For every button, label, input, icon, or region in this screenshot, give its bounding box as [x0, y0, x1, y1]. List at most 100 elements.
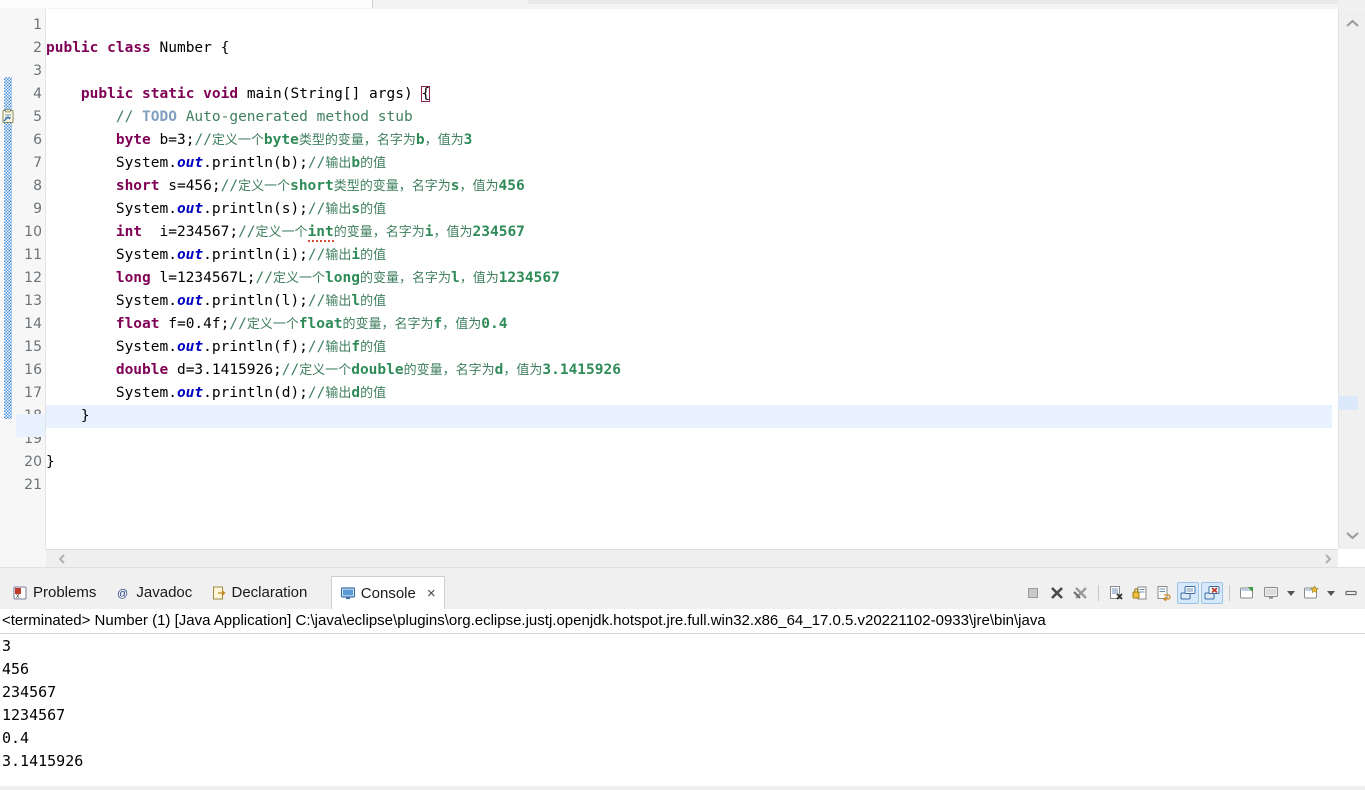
pin-console-button[interactable] — [1236, 582, 1258, 604]
code-line[interactable] — [46, 474, 1332, 497]
code-token: 0.4 — [481, 316, 508, 332]
code-line[interactable] — [46, 428, 1332, 451]
code-token: int — [115, 224, 143, 240]
line-number: 14 — [24, 316, 42, 332]
terminate-button[interactable] — [1022, 582, 1044, 604]
code-token: // — [307, 247, 326, 263]
open-console-button[interactable] — [1300, 582, 1322, 604]
tab-console[interactable]: Console × — [330, 576, 445, 609]
code-line[interactable]: // TODO Auto-generated method stub — [46, 106, 1332, 129]
code-token: ，值为 — [459, 179, 499, 194]
code-token: 的值 — [360, 294, 387, 309]
code-line[interactable]: System.out.println(d);//输出d的值 — [46, 382, 1332, 405]
editor-tab-active[interactable] — [0, 0, 373, 8]
svg-text:@: @ — [117, 588, 128, 600]
show-console-on-error-button[interactable] — [1201, 581, 1223, 604]
editor-horizontal-scrollbar[interactable] — [46, 549, 1338, 567]
code-line[interactable]: float f=0.4f;//定义一个float的变量，名字为f，值为0.4 — [46, 313, 1332, 336]
code-token: byte — [115, 132, 151, 148]
editor-tab-menu-area[interactable] — [1338, 0, 1365, 8]
code-line[interactable]: public static void main(String[] args) { — [46, 83, 1332, 106]
code-token: 3; — [176, 132, 195, 148]
clear-console-button[interactable] — [1105, 582, 1127, 604]
display-selected-console-dropdown[interactable] — [1284, 582, 1298, 604]
code-token: .println(b); — [203, 155, 308, 171]
scroll-down-arrow-icon[interactable] — [1345, 527, 1360, 540]
code-token: // — [115, 109, 143, 125]
remove-launch-button[interactable] — [1046, 582, 1068, 604]
line-number: 2 — [33, 40, 42, 56]
code-token: System. — [46, 247, 177, 263]
tab-problems[interactable]: x Problems — [4, 576, 104, 609]
console-header-separator — [0, 633, 1365, 634]
window-bottom-edge — [0, 786, 1365, 790]
code-line[interactable]: long l=1234567L;//定义一个long的变量，名字为l，值为123… — [46, 267, 1332, 290]
code-token: System. — [46, 385, 177, 401]
code-line[interactable]: short s=456;//定义一个short类型的变量，名字为s，值为456 — [46, 175, 1332, 198]
code-token: out — [176, 293, 204, 309]
code-line[interactable]: double d=3.1415926;//定义一个double的变量，名字为d，… — [46, 359, 1332, 382]
code-line[interactable]: public class Number { — [46, 37, 1332, 60]
code-token: System. — [46, 293, 177, 309]
code-token: 定义一个 — [273, 271, 326, 286]
code-token: b= — [150, 132, 177, 148]
code-line[interactable]: System.out.println(l);//输出l的值 — [46, 290, 1332, 313]
code-token: 类型的变量，名字为 — [333, 179, 451, 194]
line-number: 11 — [24, 247, 42, 263]
tab-declaration[interactable]: Declaration — [203, 576, 316, 609]
open-console-dropdown[interactable] — [1324, 582, 1338, 604]
code-line[interactable]: System.out.println(s);//输出s的值 — [46, 198, 1332, 221]
code-text-area[interactable]: public class Number { public static void… — [46, 9, 1332, 549]
code-line[interactable]: } — [46, 405, 1332, 428]
code-token: 输出 — [325, 202, 352, 217]
code-token: 1234567 — [498, 270, 560, 286]
separator-2 — [1229, 584, 1230, 601]
console-output-line: 3.1415926 — [2, 752, 84, 770]
code-token: out — [176, 247, 204, 263]
line-number-ruler: 123456789101112131415161718192021 — [16, 9, 60, 549]
code-token: ，值为 — [459, 271, 499, 286]
tab-javadoc[interactable]: @ Javadoc — [107, 576, 200, 609]
line-number: 21 — [24, 477, 42, 493]
code-line[interactable] — [46, 14, 1332, 37]
code-line[interactable]: int i=234567;//定义一个int的变量，名字为i，值为234567 — [46, 221, 1332, 244]
line-number: 7 — [33, 155, 42, 171]
line-number: 15 — [24, 339, 42, 355]
code-line[interactable]: System.out.println(b);//输出b的值 — [46, 152, 1332, 175]
scroll-right-arrow-icon[interactable] — [1322, 552, 1334, 564]
declaration-icon — [211, 585, 227, 601]
code-token: class — [107, 40, 151, 56]
view-menu-button[interactable] — [1340, 582, 1362, 604]
code-token: double — [115, 362, 169, 378]
code-line[interactable]: System.out.println(f);//输出f的值 — [46, 336, 1332, 359]
code-token: .println(i); — [203, 247, 308, 263]
console-view[interactable]: <terminated> Number (1) [Java Applicatio… — [0, 609, 1365, 790]
code-token: float — [298, 316, 343, 332]
javadoc-icon: @ — [115, 585, 131, 601]
console-output-line: 456 — [2, 660, 30, 678]
scroll-left-arrow-icon[interactable] — [56, 552, 68, 564]
code-token: 3.1415926 — [542, 362, 621, 378]
code-line[interactable]: byte b=3;//定义一个byte类型的变量，名字为b，值为3 — [46, 129, 1332, 152]
change-bar-segment — [4, 121, 12, 419]
console-process-header: <terminated> Number (1) [Java Applicatio… — [2, 612, 1046, 629]
scroll-up-arrow-icon[interactable] — [1345, 15, 1360, 27]
code-line[interactable]: } — [46, 451, 1332, 474]
code-token: 的值 — [360, 202, 387, 217]
remove-all-launches-button[interactable] — [1070, 582, 1092, 604]
tab-label: Javadoc — [136, 584, 193, 601]
console-output[interactable]: 3 456 234567 1234567 0.4 3.1415926 — [2, 635, 1365, 773]
code-token: 的变量，名字为 — [359, 271, 451, 286]
word-wrap-button[interactable] — [1153, 582, 1175, 604]
editor-vertical-scrollbar[interactable] — [1338, 9, 1365, 549]
code-token: .println(f); — [203, 339, 308, 355]
close-icon[interactable]: × — [427, 585, 436, 602]
java-source-editor[interactable]: 123456789101112131415161718192021 public… — [0, 9, 1365, 549]
display-selected-console-button[interactable] — [1260, 582, 1282, 604]
scroll-lock-button[interactable] — [1129, 582, 1151, 604]
code-token: 定义一个 — [299, 363, 352, 378]
code-line[interactable] — [46, 60, 1332, 83]
code-line[interactable]: System.out.println(i);//输出i的值 — [46, 244, 1332, 267]
show-console-on-output-button[interactable] — [1177, 581, 1199, 604]
